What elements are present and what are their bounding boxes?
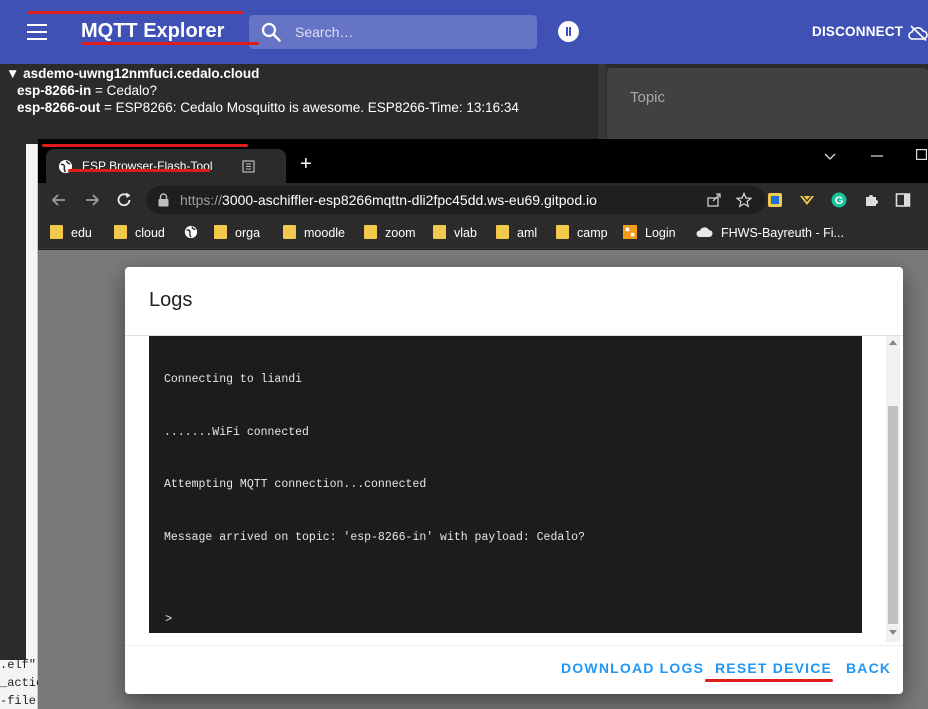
terminal-text: .elf" [0,658,37,672]
bookmark-orga[interactable]: orga [214,225,260,241]
folder-icon [114,225,127,239]
bookmark-fhws-bayreuth[interactable]: FHWS-Bayreuth - Fi... [695,225,844,241]
url-text: https://3000-aschiffler-esp8266mqttn-dli… [180,192,597,208]
folder-icon [283,225,296,239]
fhws-icon [623,225,637,239]
mqtt-app-bar: MQTT Explorer DISCONNECT [0,0,928,64]
side-panel-icon[interactable] [895,192,911,208]
folder-icon [364,225,377,239]
annotation-underline [81,42,259,45]
topic-tree: ▼ asdemo-uwng12nmfuci.cedalo.cloud esp-8… [0,64,598,144]
log-line: Message arrived on topic: 'esp-8266-in' … [164,530,585,544]
scroll-down-icon[interactable] [889,630,897,635]
bookmark-aml[interactable]: aml [496,225,537,241]
folder-icon [50,225,63,239]
bookmark-camp[interactable]: camp [556,225,608,241]
menu-icon[interactable] [27,24,47,40]
annotation-underline [27,11,243,14]
terminal-text: _actio [0,676,44,690]
topic-label: Topic [630,89,666,106]
log-line: Connecting to liandi [164,373,303,386]
bookmark-cloud[interactable]: cloud [114,225,165,241]
annotation-underline [68,169,210,172]
scroll-up-icon[interactable] [889,340,897,345]
app-title: MQTT Explorer [81,20,225,42]
maximize-icon[interactable] [916,149,927,160]
scrollbar[interactable] [886,336,900,642]
bookmark-vlab[interactable]: vlab [433,225,477,241]
folder-icon [556,225,569,239]
tree-root[interactable]: ▼ asdemo-uwng12nmfuci.cedalo.cloud [6,66,259,81]
reload-icon[interactable] [115,191,133,209]
cloud-icon [696,227,713,237]
log-line: .......WiFi connected [164,425,309,439]
search-input[interactable] [295,21,525,43]
tab-esp-flash-tool[interactable]: ESP Browser-Flash-Tool [46,149,286,183]
log-line: Attempting MQTT connection...connected [164,478,427,491]
logs-dialog: Logs Connecting to liandi .......WiFi co… [125,267,903,694]
star-icon[interactable] [736,192,752,208]
new-tab-button[interactable]: + [300,154,312,174]
annotation-underline [705,679,833,682]
pane-splitter[interactable] [598,64,606,144]
tree-node[interactable]: esp-8266-out = ESP8266: Cedalo Mosquitto… [17,100,519,115]
background-terminal: .elf" _actio -file [0,144,43,709]
topic-card[interactable]: Topic [607,68,928,144]
scrollbar-thumb[interactable] [888,406,898,624]
bookmark-moodle[interactable]: moodle [283,225,345,241]
extension-icon[interactable] [767,192,783,208]
lock-icon[interactable] [158,193,169,207]
annotation-underline [42,144,248,147]
cloud-off-icon [908,25,928,41]
browser-toolbar: https://3000-aschiffler-esp8266mqttn-dli… [38,183,928,217]
download-logs-button[interactable]: DOWNLOAD LOGS [561,660,704,676]
globe-icon [184,225,198,239]
grammarly-icon[interactable]: G [831,192,847,208]
tree-node[interactable]: esp-8266-in = Cedalo? [17,83,157,98]
dialog-title: Logs [149,289,193,311]
forward-arrow-icon[interactable] [83,191,101,209]
bookmark-zoom[interactable]: zoom [364,225,416,241]
back-arrow-icon[interactable] [50,191,68,209]
folder-icon [433,225,446,239]
search-icon [261,22,281,42]
svg-text:G: G [835,195,844,207]
back-button[interactable]: BACK [846,660,891,676]
divider [125,645,903,646]
chevron-down-icon[interactable] [824,153,836,161]
log-output: Connecting to liandi .......WiFi connect… [164,336,585,581]
pause-icon[interactable] [558,21,579,42]
log-console[interactable]: Connecting to liandi .......WiFi connect… [149,336,862,633]
page-overlay: Logs Connecting to liandi .......WiFi co… [38,250,928,709]
bookmarks-bar: edu cloud orga moodle zoom vlab aml camp… [38,217,928,249]
bookmark-edu[interactable]: edu [50,225,92,241]
browser-window: ESP Browser-Flash-Tool + https://3000-as… [38,139,928,709]
share-icon[interactable] [706,192,722,208]
bookmark-globe[interactable] [184,225,206,241]
reset-device-button[interactable]: RESET DEVICE [715,660,832,676]
search-box[interactable] [249,15,537,49]
folder-icon [496,225,509,239]
console-prompt[interactable]: > [165,612,172,626]
disconnect-button[interactable]: DISCONNECT [812,24,903,39]
tab-search-icon[interactable] [242,160,255,173]
address-bar[interactable]: https://3000-aschiffler-esp8266mqttn-dli… [146,186,766,214]
folder-icon [214,225,227,239]
bookmark-login[interactable]: Login [623,225,676,241]
puzzle-icon[interactable] [863,192,879,208]
terminal-text: -file [0,694,37,708]
minimize-icon[interactable] [871,155,883,157]
extension-icon[interactable] [799,192,815,208]
